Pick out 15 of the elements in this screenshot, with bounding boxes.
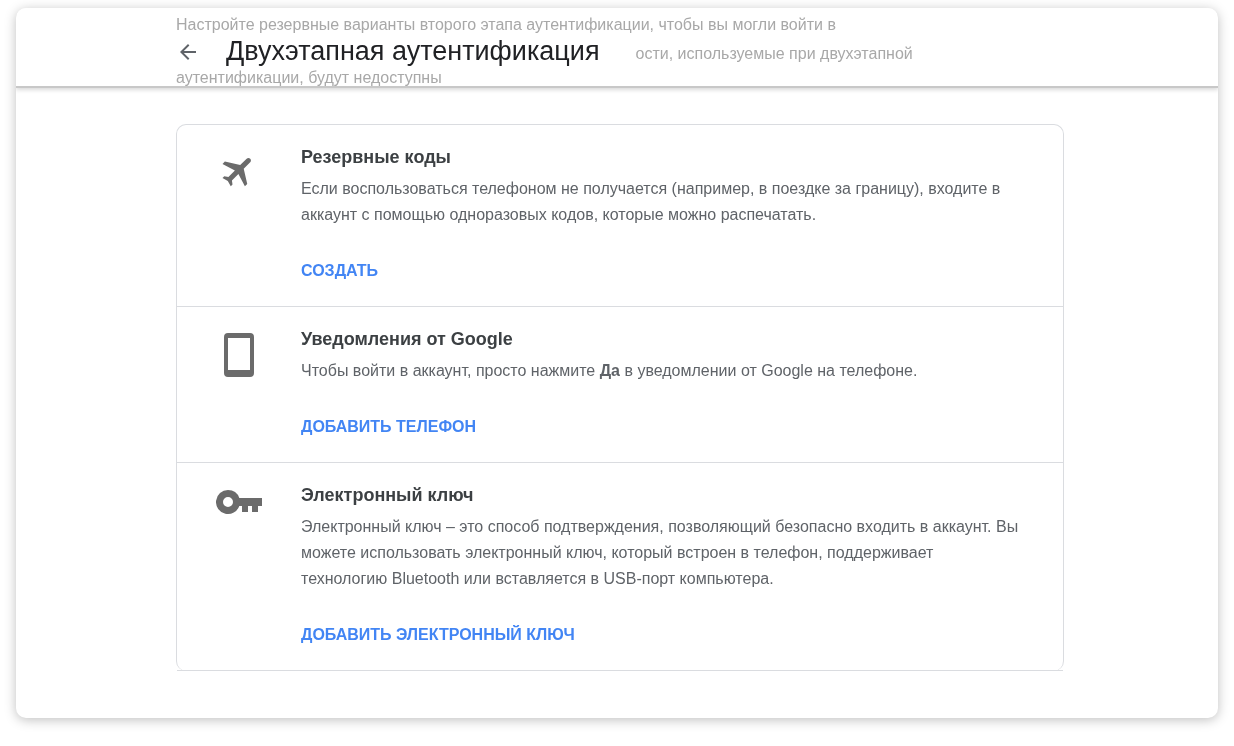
phone-icon <box>224 333 254 377</box>
option-title: Уведомления от Google <box>301 329 513 350</box>
action-link[interactable]: СОЗДАТЬ <box>301 262 379 280</box>
intro-text: Настройте резервные варианты второго этапа аутентификации, чтобы вы могли войти в <box>176 15 836 35</box>
option-title: Резервные коды <box>301 147 451 168</box>
option-description: Если воспользоваться телефоном не получается (например, в поездке за границу), входите в аккаунт с помощью одноразовых кодов, которые можно распечатать. <box>301 179 1002 225</box>
action-link[interactable]: ДОБАВИТЬ ЭЛЕКТРОННЫЙ КЛЮЧ <box>301 626 575 644</box>
option-description: Электронный ключ – это способ подтверждения, позволяющий безопасно входить в аккаунт. Вы можете использовать электронный ключ, который встроен в телефон, поддерживает технологию Bluetooth или вставляется в USB-порт компьютера. <box>301 517 1020 589</box>
intro-text: ости, используемые при двухэтапной <box>635 44 913 64</box>
key-icon <box>216 489 262 515</box>
intro-text: аутентификации, будут недоступны <box>176 68 442 88</box>
page-title: Двухэтапная аутентификация <box>226 36 600 67</box>
action-link[interactable]: ДОБАВИТЬ ТЕЛЕФОН <box>301 418 477 436</box>
option-title: Электронный ключ <box>301 485 474 506</box>
option-description: Чтобы войти в аккаунт, просто нажмите Да в уведомлении от Google на телефоне. <box>301 361 918 381</box>
